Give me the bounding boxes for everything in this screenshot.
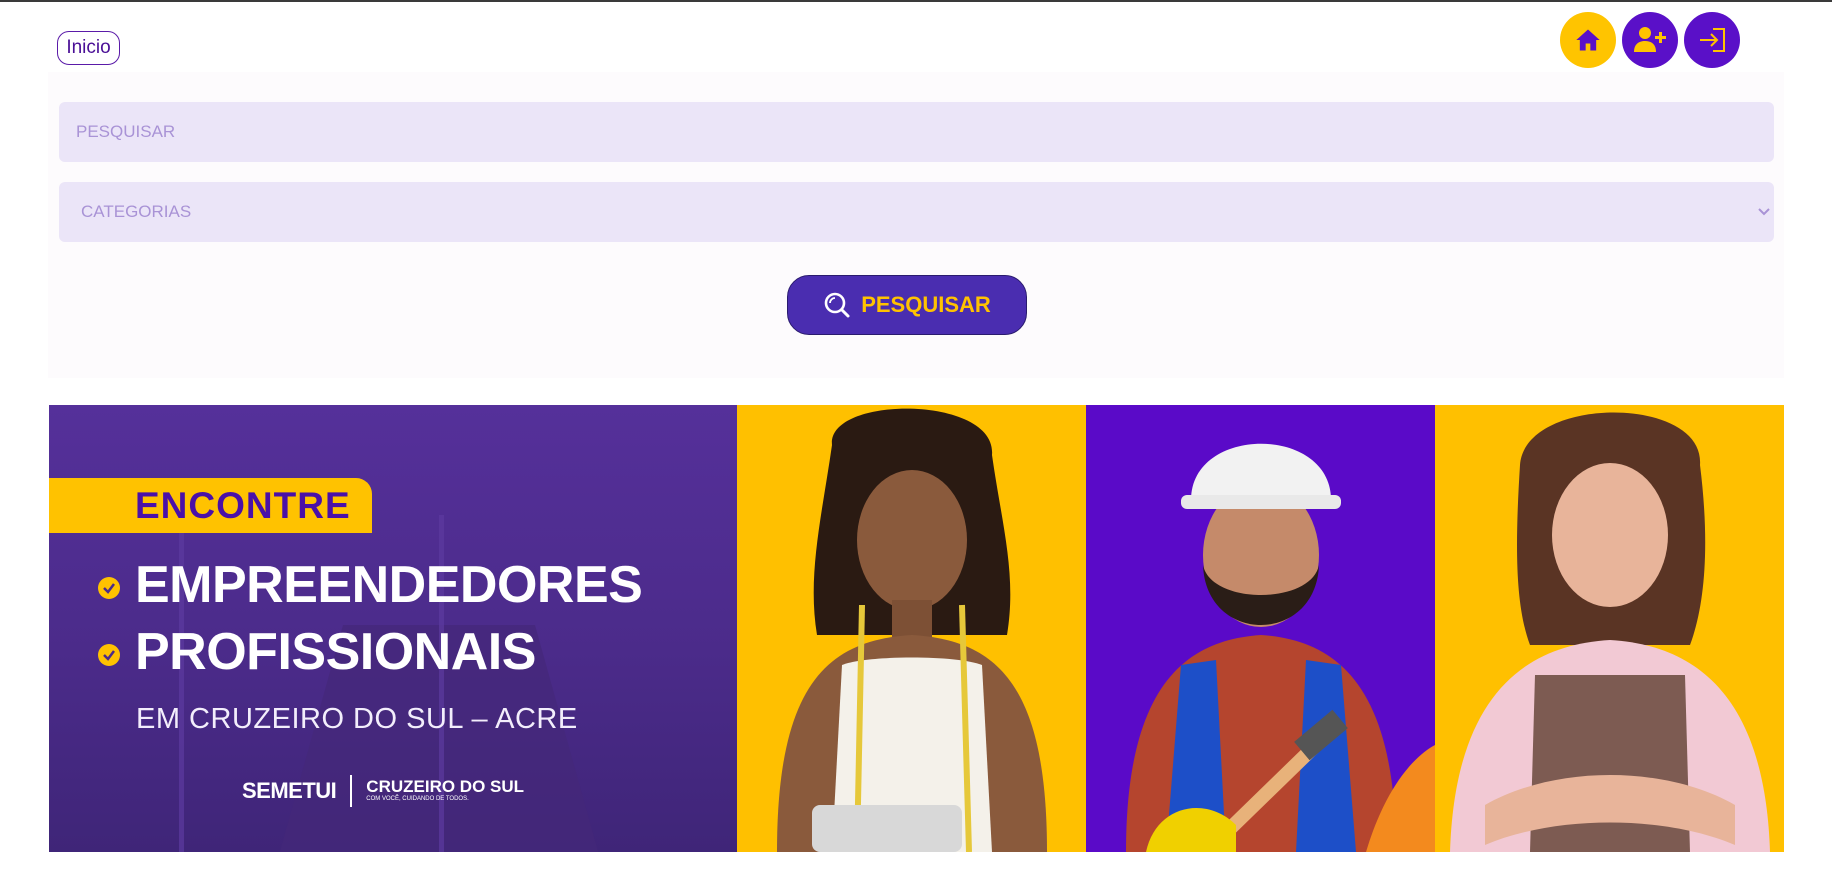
cruzeiro-logo: CRUZEIRO DO SUL COM VOCÊ, CUIDANDO DE TO… — [366, 777, 525, 802]
semetui-logo: SEMETUI — [242, 778, 337, 803]
login-icon — [1700, 28, 1725, 52]
photo-seamstress — [737, 405, 1086, 852]
check-icon — [98, 577, 120, 599]
search-button-label: PESQUISAR — [861, 292, 991, 317]
login-button[interactable] — [1684, 12, 1740, 79]
home-icon — [1576, 29, 1600, 51]
search-input[interactable]: PESQUISAR — [59, 102, 1774, 162]
window-top-border — [0, 0, 1832, 2]
hero-banner: ENCONTRE EMPREENDEDORES PROFISSIONAIS EM… — [49, 405, 1784, 852]
banner-tag: ENCONTRE — [49, 478, 372, 533]
banner-subtitle: EM CRUZEIRO DO SUL – ACRE — [136, 703, 578, 735]
inicio-link[interactable]: Inicio — [57, 31, 120, 65]
logo-divider — [350, 775, 353, 807]
banner-item: PROFISSIONAIS — [135, 623, 536, 681]
register-button[interactable] — [1622, 12, 1678, 79]
search-icon — [824, 292, 850, 318]
search-placeholder: PESQUISAR — [76, 122, 176, 141]
user-plus-icon — [1634, 27, 1666, 52]
categories-placeholder: CATEGORIAS — [81, 202, 192, 221]
banner-item: EMPREENDEDORES — [135, 556, 643, 614]
home-button[interactable] — [1560, 12, 1616, 79]
photo-apron-woman — [1435, 405, 1784, 852]
photo-construction-worker — [1086, 405, 1435, 852]
banner-text-panel: ENCONTRE EMPREENDEDORES PROFISSIONAIS EM… — [49, 405, 737, 852]
search-button[interactable]: PESQUISAR — [787, 275, 1027, 335]
chevron-down-icon — [1758, 208, 1770, 216]
check-icon — [98, 644, 120, 666]
banner-logos: SEMETUI CRUZEIRO DO SUL COM VOCÊ, CUIDAN… — [242, 775, 524, 807]
categories-select[interactable]: CATEGORIAS — [59, 182, 1774, 242]
